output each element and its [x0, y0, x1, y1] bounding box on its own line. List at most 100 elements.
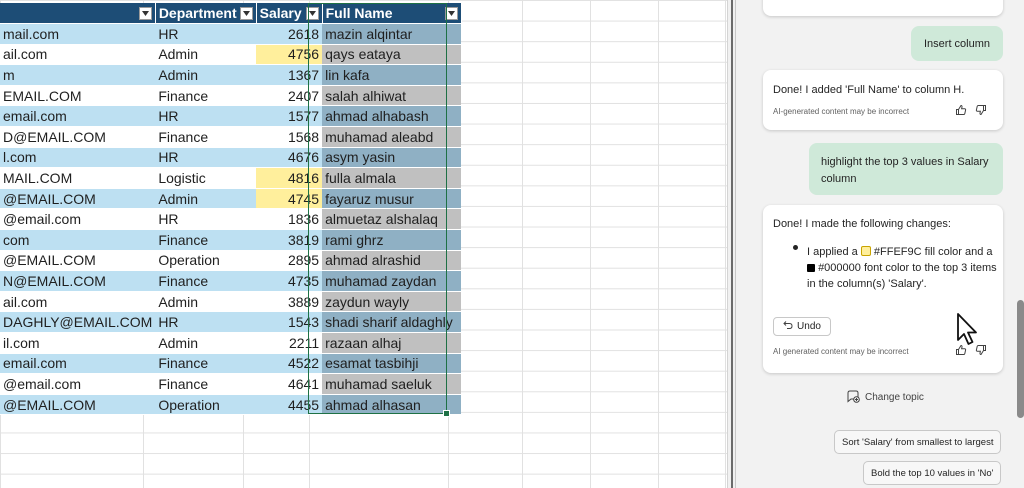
- cell-full-name[interactable]: fayaruz musur: [322, 188, 462, 210]
- cell-salary[interactable]: 1367: [256, 64, 323, 86]
- header-department[interactable]: Department: [155, 3, 257, 25]
- cell-email[interactable]: l.com: [0, 147, 156, 169]
- cell-email[interactable]: il.com: [0, 332, 156, 354]
- header-email[interactable]: [0, 3, 156, 25]
- cell-department[interactable]: Admin: [155, 64, 257, 86]
- cell-email[interactable]: m: [0, 64, 156, 86]
- cell-full-name[interactable]: muhamad zaydan: [322, 270, 462, 292]
- cell-department[interactable]: Operation: [155, 394, 257, 416]
- cell-email[interactable]: email.com: [0, 353, 156, 375]
- cell-salary[interactable]: 2895: [256, 250, 323, 272]
- cell-salary[interactable]: 4816: [256, 167, 323, 189]
- cell-email[interactable]: @EMAIL.COM: [0, 250, 156, 272]
- cell-full-name[interactable]: ahmad alhabash: [322, 105, 462, 128]
- suggestion-bold-top10[interactable]: Bold the top 10 values in 'No': [863, 461, 1002, 485]
- filter-dropdown-icon[interactable]: [444, 6, 458, 20]
- cell-salary[interactable]: 1577: [256, 105, 323, 128]
- cell-full-name[interactable]: almuetaz alshalaq: [322, 208, 462, 231]
- cell-email[interactable]: @EMAIL.COM: [0, 394, 156, 416]
- cell-department[interactable]: HR: [155, 311, 257, 333]
- pane-scrollbar[interactable]: [1017, 300, 1024, 418]
- cell-department[interactable]: Admin: [155, 291, 257, 313]
- cell-department[interactable]: Finance: [155, 85, 257, 107]
- copilot-reply-text: Done! I added 'Full Name' to column H.: [773, 84, 965, 96]
- cell-department[interactable]: Finance: [155, 373, 257, 395]
- cell-salary[interactable]: 4735: [256, 270, 323, 292]
- cell-department[interactable]: Finance: [155, 270, 257, 292]
- cell-salary[interactable]: 1836: [256, 208, 323, 231]
- cell-department[interactable]: Admin: [155, 188, 257, 210]
- cell-salary[interactable]: 4676: [256, 147, 323, 169]
- filter-dropdown-icon[interactable]: [239, 6, 253, 20]
- cell-full-name[interactable]: shadi sharif aldaghly: [322, 311, 462, 333]
- filter-dropdown-icon[interactable]: [138, 6, 152, 20]
- cell-full-name[interactable]: ahmad alhasan: [322, 394, 462, 416]
- cell-department[interactable]: Admin: [155, 44, 257, 66]
- cell-email[interactable]: mail.com: [0, 23, 156, 45]
- cell-salary[interactable]: 4522: [256, 353, 323, 375]
- cell-email[interactable]: @email.com: [0, 208, 156, 231]
- spreadsheet-grid[interactable]: Department Salary Full Name mail.com HR 26…: [0, 0, 727, 488]
- cell-department[interactable]: HR: [155, 105, 257, 128]
- cell-email[interactable]: ail.com: [0, 44, 156, 66]
- cell-department[interactable]: Operation: [155, 250, 257, 272]
- cell-department[interactable]: Finance: [155, 229, 257, 251]
- cell-salary[interactable]: 2407: [256, 85, 323, 107]
- cell-email[interactable]: @email.com: [0, 373, 156, 395]
- cell-email[interactable]: EMAIL.COM: [0, 85, 156, 107]
- cell-salary[interactable]: 3819: [256, 229, 323, 251]
- cell-email[interactable]: N@EMAIL.COM: [0, 270, 156, 292]
- suggestion-sort-salary[interactable]: Sort 'Salary' from smallest to largest: [834, 430, 1002, 454]
- fill-handle[interactable]: [443, 410, 450, 417]
- cell-full-name[interactable]: salah alhiwat: [322, 85, 462, 107]
- cell-full-name[interactable]: qays eataya: [322, 44, 462, 66]
- cell-email[interactable]: ail.com: [0, 291, 156, 313]
- undo-button[interactable]: Undo: [773, 317, 831, 336]
- cell-full-name[interactable]: fulla almala: [322, 167, 462, 189]
- cell-email[interactable]: com: [0, 229, 156, 251]
- cell-email[interactable]: MAIL.COM: [0, 167, 156, 189]
- cell-department[interactable]: HR: [155, 147, 257, 169]
- change-topic-button[interactable]: Change topic: [846, 389, 924, 406]
- cell-department[interactable]: Finance: [155, 126, 257, 148]
- cell-full-name[interactable]: rami ghrz: [322, 229, 462, 251]
- cell-full-name[interactable]: muhamad saeluk: [322, 373, 462, 395]
- cell-department[interactable]: Finance: [155, 353, 257, 375]
- cell-full-name[interactable]: asym yasin: [322, 147, 462, 169]
- cell-full-name[interactable]: ahmad alrashid: [322, 250, 462, 272]
- header-salary[interactable]: Salary: [256, 3, 323, 25]
- table-row: com Finance 3819 rami ghrz: [0, 229, 462, 251]
- cell-salary[interactable]: 1568: [256, 126, 323, 148]
- cell-salary[interactable]: 1543: [256, 311, 323, 333]
- cell-full-name[interactable]: zaydun wayly: [322, 291, 462, 313]
- cell-salary[interactable]: 2211: [256, 332, 323, 354]
- cell-full-name[interactable]: lin kafa: [322, 64, 462, 86]
- cell-email[interactable]: D@EMAIL.COM: [0, 126, 156, 148]
- filter-dropdown-icon[interactable]: [305, 6, 319, 20]
- thumbs-up-icon[interactable]: [955, 104, 967, 116]
- cell-full-name[interactable]: esamat tasbihji: [322, 353, 462, 375]
- cell-department[interactable]: HR: [155, 23, 257, 45]
- cell-salary[interactable]: 3889: [256, 291, 323, 313]
- pane-splitter[interactable]: [727, 0, 736, 488]
- cell-salary[interactable]: 4745: [256, 188, 323, 210]
- thumbs-down-icon[interactable]: [975, 104, 987, 116]
- cell-email[interactable]: email.com: [0, 105, 156, 128]
- cell-salary[interactable]: 4756: [256, 44, 323, 66]
- cell-salary[interactable]: 4641: [256, 373, 323, 395]
- col-line: [590, 0, 591, 488]
- cell-email[interactable]: DAGHLY@EMAIL.COM: [0, 311, 156, 333]
- bullet-dot: [793, 245, 798, 250]
- cell-full-name[interactable]: razaan alhaj: [322, 332, 462, 354]
- cell-department[interactable]: Logistic: [155, 167, 257, 189]
- cell-email[interactable]: @EMAIL.COM: [0, 188, 156, 210]
- cell-full-name[interactable]: muhamad aleabd: [322, 126, 462, 148]
- cell-salary[interactable]: 4455: [256, 394, 323, 416]
- cell-salary[interactable]: 2618: [256, 23, 323, 45]
- change-text-b: fill color and a: [924, 246, 993, 258]
- cell-department[interactable]: HR: [155, 208, 257, 231]
- splitter-grip: [731, 0, 733, 488]
- cell-full-name[interactable]: mazin alqintar: [322, 23, 462, 45]
- header-full-name[interactable]: Full Name: [322, 3, 462, 25]
- cell-department[interactable]: Admin: [155, 332, 257, 354]
